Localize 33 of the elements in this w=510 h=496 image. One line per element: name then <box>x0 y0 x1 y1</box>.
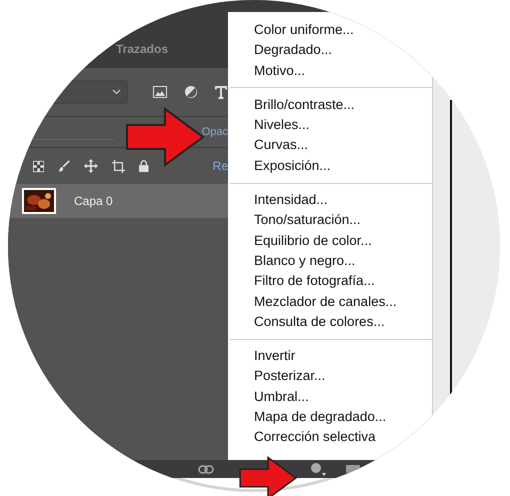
menu-item[interactable]: Mezclador de canales... <box>254 292 432 312</box>
adjustment-icon[interactable] <box>310 462 326 476</box>
menu-item[interactable]: Intensidad... <box>254 190 432 210</box>
menu-item[interactable]: Niveles... <box>254 115 432 136</box>
menu-item[interactable]: Brillo/contraste... <box>254 94 432 116</box>
menu-item[interactable]: Corrección selectiva <box>254 427 432 448</box>
menu-item[interactable]: Curvas... <box>254 135 432 156</box>
move-icon[interactable] <box>84 158 98 174</box>
type-icon[interactable] <box>215 86 227 98</box>
lock-icon[interactable] <box>139 159 149 173</box>
menu-item[interactable]: Posterizar... <box>254 366 432 387</box>
menu-item[interactable]: Invertir <box>254 346 432 366</box>
menu-item[interactable]: Filtro de fotografía... <box>254 271 432 292</box>
menu-item[interactable]: Equilibrio de color... <box>254 230 432 251</box>
fill-label: Re <box>212 159 228 173</box>
half-circle-icon[interactable] <box>184 85 198 99</box>
menu-item[interactable]: Mapa de degradado... <box>254 407 432 428</box>
image-icon[interactable] <box>153 86 167 98</box>
brush-icon[interactable] <box>58 159 70 173</box>
crop-icon[interactable] <box>112 158 126 174</box>
menu-item[interactable]: Umbral... <box>254 386 432 408</box>
layer-row[interactable]: Capa 0 <box>8 184 228 218</box>
link-icon[interactable] <box>198 464 214 474</box>
menu-item[interactable]: Blanco y negro... <box>254 250 432 272</box>
checkerboard-icon[interactable] <box>33 160 44 172</box>
opacity-label: Opac <box>202 126 228 138</box>
menu-item[interactable]: Color uniforme... <box>254 20 432 40</box>
menu-item[interactable]: Tono/saturación... <box>254 210 432 231</box>
menu-item[interactable]: Consulta de colores... <box>254 312 432 332</box>
chevron-icon <box>112 89 121 95</box>
menu-item[interactable]: Degradado... <box>254 40 432 61</box>
menu-item[interactable]: Motivo... <box>254 60 432 81</box>
menu-item[interactable]: Exposición... <box>254 156 432 176</box>
